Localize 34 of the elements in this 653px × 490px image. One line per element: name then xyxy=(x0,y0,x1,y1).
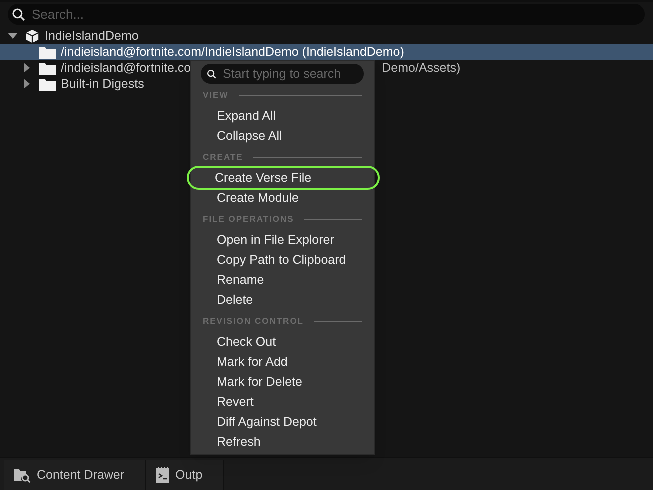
tree-label[interactable]: Built-in Digests xyxy=(61,74,144,94)
folder-icon xyxy=(39,46,56,58)
menu-item[interactable]: Check Out xyxy=(192,332,373,352)
collapsed-caret-icon[interactable] xyxy=(22,63,32,73)
tree-label: Demo/Assets) xyxy=(382,60,461,77)
search-icon xyxy=(207,68,217,80)
menu-item[interactable]: Copy Path to Clipboard xyxy=(192,250,373,270)
menu-item[interactable]: Revert xyxy=(192,392,373,412)
folder-search-icon xyxy=(14,468,31,482)
menu-search-field[interactable]: Start typing to search xyxy=(223,64,358,84)
expanded-caret-icon[interactable] xyxy=(8,31,18,41)
drawer-tab[interactable]: Content Drawer xyxy=(4,460,146,490)
collapsed-caret-icon[interactable] xyxy=(22,79,32,89)
selected-tree-row[interactable]: /indieisland@fortnite.com/IndieIslandDemo (IndieIslandDemo) xyxy=(0,44,653,60)
menu-item[interactable]: Rename xyxy=(192,270,373,290)
menu-item[interactable]: Mark for Add xyxy=(192,352,373,372)
menu-item[interactable]: Expand All xyxy=(192,106,373,126)
tree-label[interactable]: IndieIslandDemo xyxy=(45,26,139,46)
tree-label[interactable]: /indieisland@fortnite.co xyxy=(61,58,192,78)
cube-icon xyxy=(25,28,40,44)
menu-item[interactable]: Refresh xyxy=(192,432,373,452)
menu-item[interactable]: Create Verse File xyxy=(189,168,378,188)
menu-item[interactable]: Delete xyxy=(192,290,373,310)
menu-item[interactable]: Collapse All xyxy=(192,126,373,146)
log-icon xyxy=(156,466,170,484)
tree-label[interactable]: /indieisland@fortnite.com/IndieIslandDemo (IndieIslandDemo) xyxy=(61,42,404,62)
folder-icon xyxy=(39,78,56,90)
menu-item[interactable]: Create Module xyxy=(192,188,373,208)
menu-search-bar[interactable]: Start typing to search xyxy=(201,64,364,84)
menu-item[interactable]: Mark for Delete xyxy=(192,372,373,392)
menu-item[interactable]: Open in File Explorer xyxy=(192,230,373,250)
drawer-tab[interactable]: Outp xyxy=(146,460,224,490)
search-icon xyxy=(12,8,26,22)
menu-item[interactable]: Diff Against Depot xyxy=(192,412,373,432)
